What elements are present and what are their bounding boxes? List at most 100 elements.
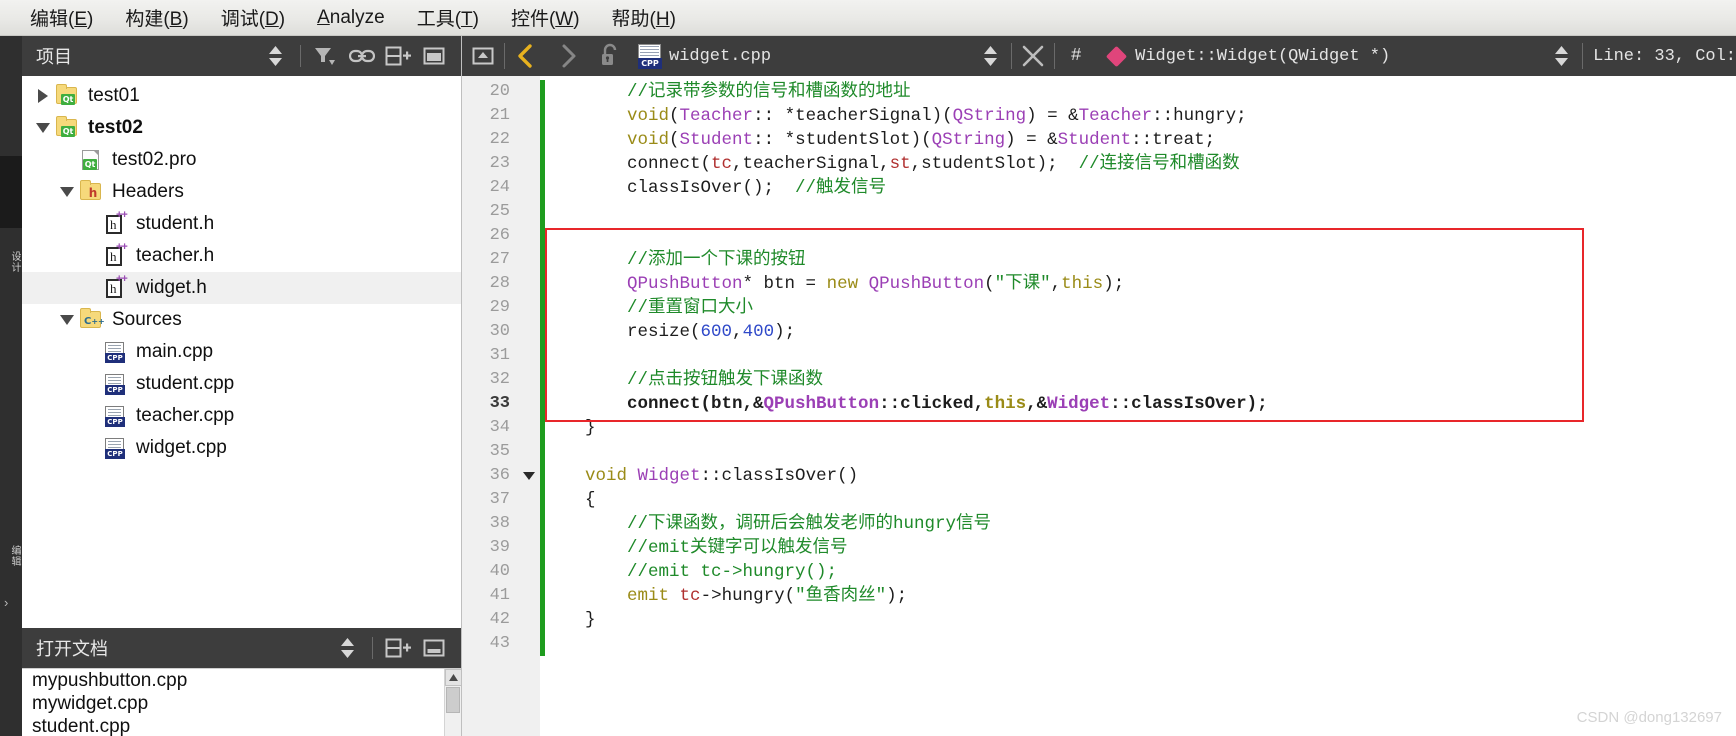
tree-item-teacher-h[interactable]: h ++ teacher.h — [22, 240, 461, 272]
hash-symbol-icon[interactable]: # — [1055, 36, 1097, 76]
menu-item-2[interactable]: 构建(B) — [109, 2, 204, 33]
line-column-indicator[interactable]: Line: 33, Col: — [1583, 47, 1736, 66]
collapse-pane-icon[interactable] — [417, 40, 451, 72]
line-number: 25 — [489, 202, 510, 221]
navigate-back-icon[interactable] — [505, 36, 547, 76]
code-line[interactable]: //添加一个下课的按钮 — [545, 248, 1736, 272]
code-line[interactable]: //记录带参数的信号和槽函数的地址 — [545, 80, 1736, 104]
fold-triangle-icon[interactable] — [523, 472, 535, 480]
close-document-icon[interactable] — [1012, 36, 1054, 76]
sources-folder-icon: C++ — [78, 308, 105, 332]
menu-item-4[interactable]: Analyze — [301, 5, 401, 31]
file-dropdown-icon[interactable] — [969, 36, 1011, 76]
tree-item-widget-h[interactable]: h ++ widget.h — [22, 272, 461, 304]
h-file-icon: h ++ — [102, 241, 128, 268]
mode-expand-arrow-icon[interactable]: › — [4, 596, 8, 609]
code-line[interactable]: //重置窗口大小 — [545, 296, 1736, 320]
split-add-icon[interactable] — [381, 632, 415, 664]
code-line[interactable]: { — [545, 488, 1736, 512]
tree-item-label: test02 — [88, 117, 143, 138]
code-folding-column[interactable] — [520, 76, 540, 736]
current-symbol-label[interactable]: Widget::Widget(QWidget *) — [1135, 47, 1390, 66]
lock-unlocked-icon[interactable] — [589, 36, 631, 76]
symbol-dropdown-icon[interactable] — [1540, 36, 1582, 76]
code-line[interactable]: //emit关键字可以触发信号 — [545, 536, 1736, 560]
code-line[interactable]: classIsOver(); //触发信号 — [545, 176, 1736, 200]
code-line[interactable]: emit tc->hungry("鱼香肉丝"); — [545, 584, 1736, 608]
tree-item-test02[interactable]: Qt test02 — [22, 112, 461, 144]
cpp-file-icon: CPP — [102, 436, 128, 460]
code-line[interactable]: //点击按钮触发下课函数 — [545, 368, 1736, 392]
scrollbar-thumb[interactable] — [446, 687, 460, 713]
link-icon[interactable] — [345, 40, 379, 72]
code-line[interactable]: void Widget::classIsOver() — [545, 464, 1736, 488]
code-line[interactable]: QPushButton* btn = new QPushButton("下课",… — [545, 272, 1736, 296]
show-sidebar-icon[interactable] — [462, 36, 504, 76]
code-line[interactable]: resize(600,400); — [545, 320, 1736, 344]
code-text-area[interactable]: //记录带参数的信号和槽函数的地址 void(Teacher:: *teache… — [545, 76, 1736, 736]
editor-filename-label[interactable]: widget.cpp — [669, 47, 771, 66]
code-line[interactable] — [545, 224, 1736, 248]
menu-item-1[interactable]: 编辑(E) — [14, 2, 109, 33]
tree-item-teacher-cpp[interactable]: CPP teacher.cpp — [22, 400, 461, 432]
line-number: 35 — [489, 442, 510, 461]
mode-item-edit[interactable]: 编辑 — [0, 526, 22, 586]
tree-item-student-h[interactable]: h ++ student.h — [22, 208, 461, 240]
sync-updown-icon[interactable] — [330, 632, 364, 664]
open-document-item[interactable]: mywidget.cpp — [22, 692, 461, 715]
tree-item-student-cpp[interactable]: CPP student.cpp — [22, 368, 461, 400]
hash-label: # — [1070, 46, 1082, 66]
code-line[interactable]: } — [545, 608, 1736, 632]
tree-item-label: Sources — [112, 309, 182, 330]
twist-spacer — [80, 277, 102, 299]
open-documents-list[interactable]: mypushbutton.cpp mywidget.cpp student.cpp — [22, 668, 461, 736]
scroll-up-arrow-icon[interactable] — [445, 669, 461, 686]
navigate-forward-icon[interactable] — [547, 36, 589, 76]
line-number: 32 — [489, 370, 510, 389]
code-line[interactable]: //emit tc->hungry(); — [545, 560, 1736, 584]
mode-selector-strip[interactable]: 设计 编辑 › — [0, 36, 22, 736]
line-number: 30 — [489, 322, 510, 341]
h-file-icon: h ++ — [102, 273, 128, 300]
code-line[interactable]: //下课函数，调研后会触发老师的hungry信号 — [545, 512, 1736, 536]
mode-item-design[interactable]: 设计 — [0, 232, 22, 292]
code-line[interactable]: } — [545, 416, 1736, 440]
project-tree[interactable]: Qt test01 Qt test02 Qt test02.pro h Headers h ++ s… — [22, 76, 461, 628]
line-number: 29 — [489, 298, 510, 317]
menu-item-3[interactable]: 调试(D) — [205, 2, 301, 33]
twist-spacer — [80, 437, 102, 459]
open-documents-toolbar — [330, 632, 451, 664]
tree-item-main-cpp[interactable]: CPP main.cpp — [22, 336, 461, 368]
chevron-down-icon[interactable] — [56, 181, 78, 203]
code-line[interactable] — [545, 440, 1736, 464]
tree-item-test02-pro[interactable]: Qt test02.pro — [22, 144, 461, 176]
chevron-down-icon[interactable] — [32, 117, 54, 139]
project-dock-header: 项目 — [22, 36, 461, 76]
code-line[interactable]: connect(btn,&QPushButton::clicked,this,&… — [545, 392, 1736, 416]
project-dock-toolbar — [258, 40, 451, 72]
code-line[interactable]: void(Teacher:: *teacherSignal)(QString) … — [545, 104, 1736, 128]
chevron-right-icon[interactable] — [32, 85, 54, 107]
tree-item-test01[interactable]: Qt test01 — [22, 80, 461, 112]
filter-icon[interactable] — [309, 40, 343, 72]
tree-item-headers[interactable]: h Headers — [22, 176, 461, 208]
open-documents-scrollbar[interactable] — [444, 669, 461, 736]
code-line[interactable] — [545, 344, 1736, 368]
menu-item-5[interactable]: 工具(T) — [401, 2, 495, 33]
menu-item-7[interactable]: 帮助(H) — [596, 2, 692, 33]
tree-item-sources[interactable]: C++ Sources — [22, 304, 461, 336]
code-line[interactable] — [545, 200, 1736, 224]
close-pane-icon[interactable] — [417, 632, 451, 664]
menu-item-6[interactable]: 控件(W) — [495, 2, 596, 33]
split-add-icon[interactable] — [381, 40, 415, 72]
open-document-item[interactable]: mypushbutton.cpp — [22, 669, 461, 692]
tree-item-widget-cpp[interactable]: CPP widget.cpp — [22, 432, 461, 464]
code-line[interactable]: connect(tc,teacherSignal,st,studentSlot)… — [545, 152, 1736, 176]
cpp-file-icon: CPP — [631, 36, 669, 76]
code-line[interactable]: void(Student:: *studentSlot)(QString) = … — [545, 128, 1736, 152]
chevron-down-icon[interactable] — [56, 309, 78, 331]
open-document-item[interactable]: student.cpp — [22, 715, 461, 736]
sync-updown-icon[interactable] — [258, 40, 292, 72]
line-number: 39 — [489, 538, 510, 557]
code-line[interactable] — [545, 632, 1736, 656]
